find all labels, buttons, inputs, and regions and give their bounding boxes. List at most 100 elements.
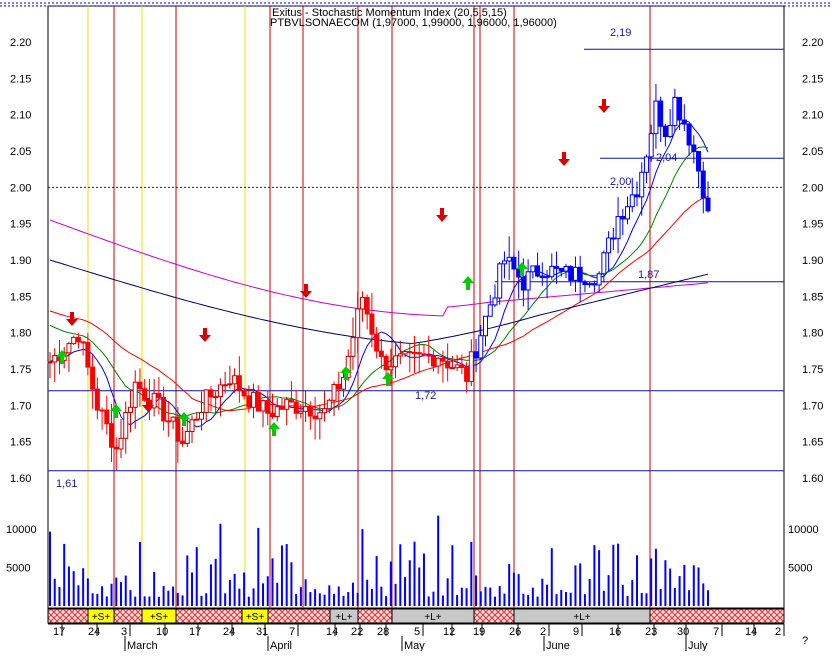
candle-body [227, 383, 233, 386]
candle-body [402, 351, 408, 355]
candle-body [137, 381, 143, 390]
x-tick-label-16: 9 [573, 626, 579, 638]
zone-label-5: +L+ [573, 612, 590, 623]
candle-body [667, 125, 673, 138]
y-tick-right-11: 1.65 [802, 437, 823, 449]
y-tick-left-3: 2.05 [10, 146, 31, 158]
candle-body [123, 411, 129, 439]
candle-body [501, 260, 507, 265]
y-tick-right-10: 1.70 [802, 400, 823, 412]
level-annotation-5: 1,61 [56, 478, 77, 490]
candle-body [180, 440, 186, 444]
candle-body [359, 296, 365, 310]
y-tick-right-9: 1.75 [802, 364, 823, 376]
candle-body [544, 276, 550, 279]
candle-body [99, 409, 105, 412]
candle-body [170, 416, 176, 422]
candle-body [184, 430, 190, 444]
candle-body [407, 351, 413, 354]
x-tick-label-17: 16 [609, 626, 621, 638]
y-tick-left-2: 2.10 [10, 110, 31, 122]
candle-body [615, 216, 621, 240]
candle-body [511, 256, 517, 270]
candle-body [175, 416, 181, 442]
zone-label-4: +L+ [424, 612, 441, 623]
candle-body [132, 381, 138, 408]
candle-body [572, 266, 578, 281]
candle-body [473, 351, 479, 359]
x-tick-label-0: 17 [53, 626, 65, 638]
candle-body [587, 283, 593, 286]
x-tick-label-1: 24 [88, 626, 100, 638]
candle-body [203, 389, 209, 414]
candle-body [525, 271, 531, 291]
x-tick-label-20: 7 [713, 626, 719, 638]
x-tick-label-15: 2 [540, 626, 546, 638]
candle-body [298, 410, 304, 414]
x-tick-label-11: 5 [414, 626, 420, 638]
candle-body [568, 265, 574, 281]
candle-body [497, 263, 503, 299]
candle-body [336, 384, 342, 390]
y-tick-right-8: 1.80 [802, 328, 823, 340]
candle-body [312, 415, 318, 420]
candle-body [260, 400, 266, 412]
candle-body [487, 304, 493, 317]
month-label-3: June [546, 640, 570, 651]
candle-body [75, 336, 81, 343]
candle-body [681, 119, 687, 125]
level-annotation-1: 2,04 [656, 152, 677, 164]
candle-body [156, 392, 162, 399]
candle-body [440, 357, 446, 362]
candle-body [388, 366, 394, 371]
candle-body [658, 100, 664, 127]
candle-body [426, 354, 432, 357]
candle-body [634, 194, 640, 198]
vol-tick-right-1: 5000 [788, 563, 812, 575]
candle-body [279, 406, 285, 410]
plot-frame [47, 5, 785, 609]
candle-body [520, 276, 526, 291]
candle-body [213, 396, 219, 399]
candle-body [677, 96, 683, 121]
candle-body [85, 342, 91, 368]
candle-body [165, 420, 171, 423]
candle-body [208, 389, 214, 398]
y-tick-right-12: 1.60 [802, 473, 823, 485]
candle-body [558, 267, 564, 272]
candle-body [672, 96, 678, 127]
y-tick-left-4: 2.00 [10, 182, 31, 194]
candle-body [47, 361, 53, 364]
y-tick-right-1: 2.15 [802, 73, 823, 85]
candle-body [127, 406, 133, 413]
question-mark: ? [802, 635, 808, 647]
candle-body [109, 423, 115, 448]
zone-label-3: +L+ [335, 612, 352, 623]
candle-body [539, 275, 545, 279]
candle-body [563, 265, 569, 272]
candle-body [303, 405, 309, 412]
candle-body [606, 237, 612, 254]
candle-body [274, 406, 280, 418]
candle-body [620, 216, 626, 220]
chart-subtitle: PTBVLSONAECOM (1,97000, 1,99000, 1,96000… [270, 17, 557, 29]
candle-body [322, 408, 328, 414]
x-tick-label-9: 22 [351, 626, 363, 638]
x-tick-label-19: 30 [677, 626, 689, 638]
y-tick-right-7: 1.85 [802, 291, 823, 303]
candle-body [251, 391, 257, 408]
candle-body [350, 337, 356, 357]
candle-body [52, 355, 58, 363]
chart: Exitus - Stochastic Momentum Index (20,5… [0, 0, 832, 652]
candle-body [445, 360, 451, 369]
candle-body [416, 352, 422, 355]
candle-body [222, 384, 228, 387]
x-tick-label-12: 12 [443, 626, 455, 638]
candle-body [194, 418, 200, 421]
x-tick-label-4: 17 [189, 626, 201, 638]
month-label-1: April [270, 640, 292, 651]
candle-body [596, 273, 602, 286]
month-label-2: May [404, 640, 425, 651]
zone-label-1: +S+ [150, 612, 169, 623]
month-label-0: March [127, 640, 158, 651]
